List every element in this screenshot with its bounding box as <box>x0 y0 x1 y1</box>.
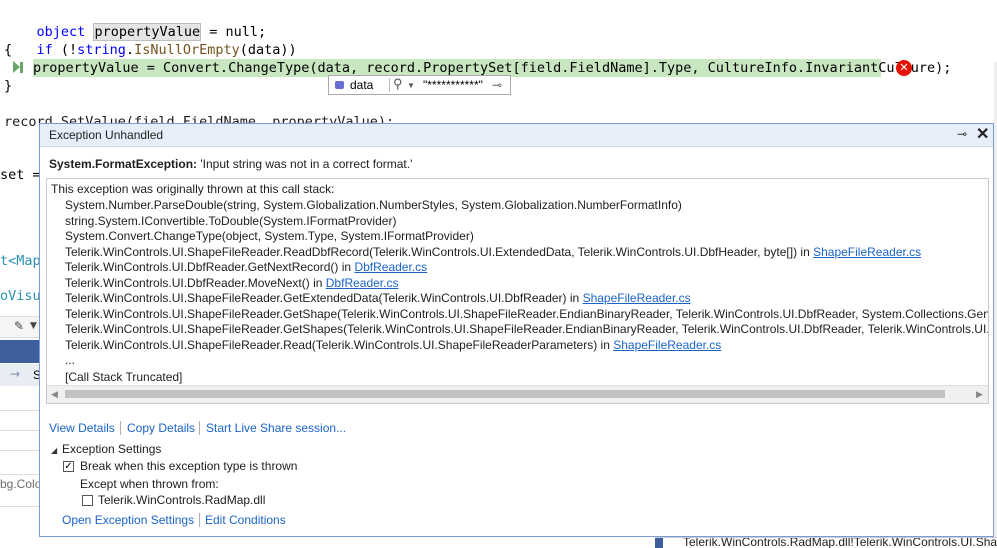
source-file-link[interactable]: ShapeFileReader.cs <box>583 291 691 305</box>
exception-settings-heading: Exception Settings <box>62 442 162 456</box>
exception-type: System.FormatException: <box>49 157 198 171</box>
stack-frame-text: Telerik.WinControls.UI.ShapeFileReader.G… <box>65 291 567 305</box>
stack-frame: System.Number.ParseDouble(string, System… <box>65 198 682 213</box>
copy-details-link[interactable]: Copy Details <box>127 420 195 436</box>
call-stack-frame[interactable]: Telerik.WinControls.RadMap.dll!Telerik.W… <box>683 538 997 548</box>
code-line-3: { <box>4 42 13 58</box>
code-line-1: object propertyValue = null; <box>36 23 267 41</box>
horizontal-scrollbar[interactable]: ◀ ▶ <box>47 385 988 403</box>
exception-helper-window: Exception Unhandled ⊸ ✕ System.FormatExc… <box>39 123 994 537</box>
datatip-value[interactable]: "***********" <box>423 76 483 94</box>
stack-frame-text: Telerik.WinControls.UI.ShapeFileReader.R… <box>65 337 598 352</box>
tool-window-header <box>0 340 39 363</box>
dropdown-arrow-icon[interactable]: ▼ <box>30 321 37 331</box>
stack-frame-text: Telerik.WinControls.UI.ShapeFileReader.R… <box>65 244 798 259</box>
property-value-clip: bg.Colo <box>0 477 42 491</box>
stack-frame-text: Telerik.WinControls.UI.DbfReader.MoveNex… <box>65 275 310 290</box>
stack-frame: Telerik.WinControls.UI.ShapeFileReader.G… <box>65 322 989 337</box>
close-icon[interactable]: ✕ <box>976 124 989 144</box>
stack-frame: Telerik.WinControls.UI.DbfReader.MoveNex… <box>65 275 399 290</box>
code-fragment-set: set = <box>0 167 41 183</box>
break-label: Break when this exception type is thrown <box>80 459 298 473</box>
stack-intro: This exception was originally thrown at … <box>51 182 335 196</box>
datatip[interactable]: data ⚲ ▼ "***********" ⊸ <box>328 75 511 95</box>
variable-icon <box>335 81 344 89</box>
collapse-triangle-icon[interactable]: ◢ <box>51 446 57 455</box>
live-share-link[interactable]: Start Live Share session... <box>206 420 346 436</box>
stack-frame-text: Telerik.WinControls.UI.ShapeFileReader.G… <box>65 322 989 336</box>
view-details-link[interactable]: View Details <box>49 420 115 436</box>
stack-frame: Telerik.WinControls.UI.ShapeFileReader.R… <box>65 244 922 259</box>
stack-frame: Telerik.WinControls.UI.DbfReader.GetNext… <box>65 260 428 274</box>
toolbar-strip: ✎ ▼ <box>0 316 39 338</box>
code-line-2: if (!string.IsNullOrEmpty(data)) <box>36 42 297 58</box>
tool-window-nav: → S <box>0 364 41 386</box>
brush-icon[interactable]: ✎ <box>14 319 24 333</box>
stack-frame: Telerik.WinControls.UI.ShapeFileReader.R… <box>65 337 722 352</box>
run-to-line-icon[interactable] <box>20 62 23 73</box>
edit-conditions-link[interactable]: Edit Conditions <box>205 512 286 528</box>
stack-frame: Telerik.WinControls.UI.ShapeFileReader.G… <box>65 306 989 322</box>
stack-frame-text: Telerik.WinControls.UI.ShapeFileReader.G… <box>65 306 989 321</box>
stack-truncated: [Call Stack Truncated] <box>65 370 183 384</box>
scroll-left-icon[interactable]: ◀ <box>51 389 58 400</box>
dll-label: Telerik.WinControls.RadMap.dll <box>98 493 266 507</box>
scroll-right-icon[interactable]: ▶ <box>976 389 983 400</box>
step-arrow-icon[interactable] <box>13 61 20 73</box>
exception-title: Exception Unhandled <box>49 128 164 142</box>
stack-frame-text: string.System.IConvertible.ToDouble(Syst… <box>65 213 397 228</box>
except-label: Except when thrown from: <box>80 477 219 491</box>
property-rows <box>0 410 39 510</box>
call-stack-box[interactable]: This exception was originally thrown at … <box>46 178 989 404</box>
source-file-link[interactable]: DbfReader.cs <box>354 260 427 274</box>
dropdown-arrow-icon[interactable]: ▼ <box>407 77 415 95</box>
stack-frame-text: System.Convert.ChangeType(object, System… <box>65 229 474 243</box>
stack-ellipsis: ... <box>65 353 76 367</box>
scroll-thumb[interactable] <box>65 390 945 398</box>
dll-checkbox[interactable] <box>82 495 93 506</box>
stack-frame: Telerik.WinControls.UI.ShapeFileReader.G… <box>65 291 691 305</box>
back-arrow-icon[interactable]: → <box>10 367 20 381</box>
open-exception-settings-link[interactable]: Open Exception Settings <box>62 512 194 528</box>
error-icon[interactable]: ✕ <box>896 60 912 76</box>
stack-frame: string.System.IConvertible.ToDouble(Syst… <box>65 214 396 229</box>
datatip-name: data <box>350 78 374 92</box>
exception-message: System.FormatException: 'Input string wa… <box>49 157 413 171</box>
stack-frame: System.Convert.ChangeType(object, System… <box>65 229 474 244</box>
pin-icon[interactable]: ⊸ <box>957 127 967 141</box>
source-file-link[interactable]: ShapeFileReader.cs <box>613 338 721 352</box>
code-line-5: } <box>4 78 13 94</box>
pin-icon[interactable]: ⊸ <box>492 76 502 94</box>
source-file-link[interactable]: ShapeFileReader.cs <box>813 245 921 259</box>
break-checkbox[interactable]: ✓ <box>63 461 74 472</box>
magnifier-icon[interactable]: ⚲ <box>393 75 403 93</box>
exception-header: Exception Unhandled ⊸ ✕ <box>40 124 993 147</box>
call-stack-strip: Telerik.WinControls.RadMap.dll!Telerik.W… <box>655 537 997 548</box>
stack-frame-text: System.Number.ParseDouble(string, System… <box>65 198 682 212</box>
source-file-link[interactable]: DbfReader.cs <box>326 276 399 290</box>
stack-frame-text: Telerik.WinControls.UI.DbfReader.GetNext… <box>65 260 339 274</box>
